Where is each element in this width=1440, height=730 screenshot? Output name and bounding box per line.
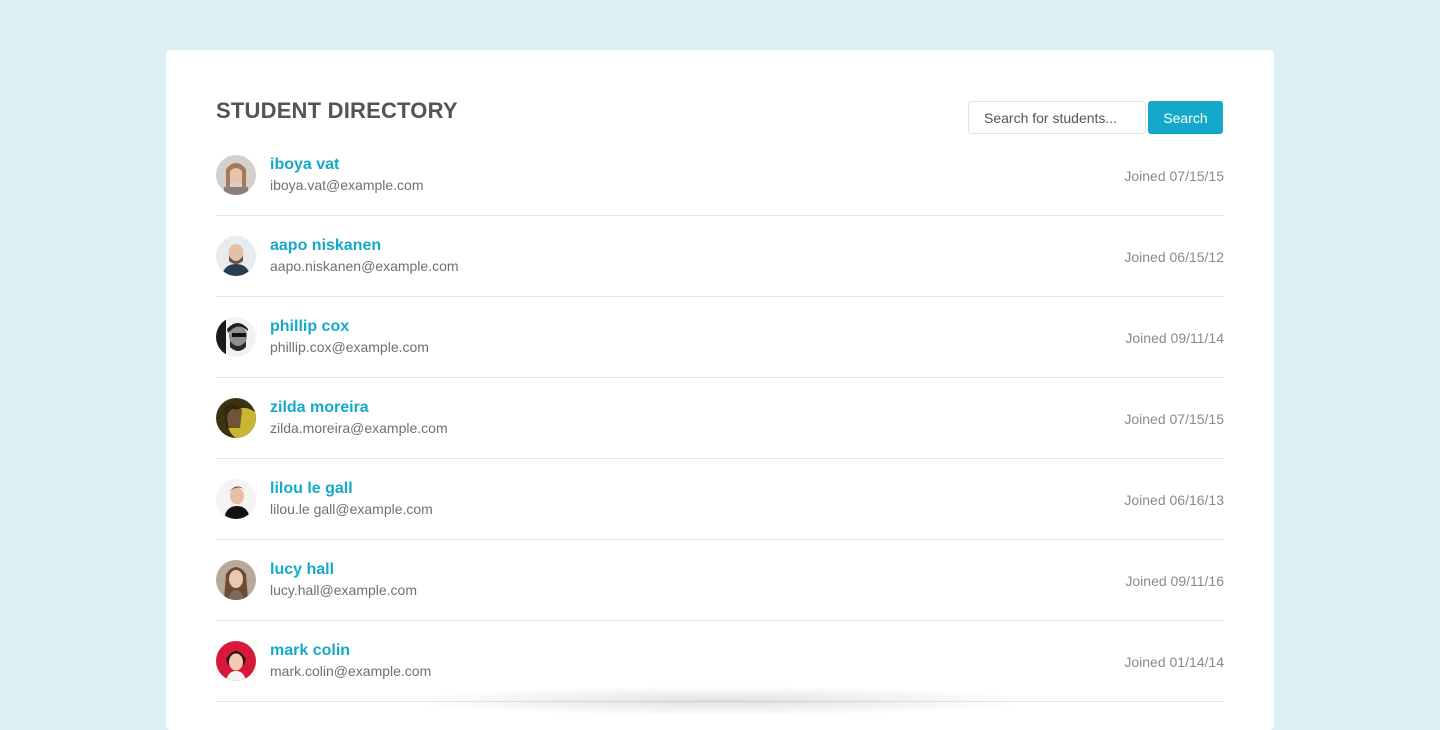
avatar[interactable] bbox=[216, 155, 256, 195]
student-email: phillip.cox@example.com bbox=[270, 339, 429, 355]
student-name-link[interactable]: lucy hall bbox=[270, 561, 334, 579]
avatar[interactable] bbox=[216, 398, 256, 438]
student-email: aapo.niskanen@example.com bbox=[270, 258, 459, 274]
search-button[interactable]: Search bbox=[1148, 101, 1223, 134]
joined-date: Joined 06/15/12 bbox=[1124, 249, 1224, 265]
student-row: aapo niskanen aapo.niskanen@example.com … bbox=[216, 216, 1224, 297]
page-title: STUDENT DIRECTORY bbox=[216, 98, 458, 123]
joined-date: Joined 01/14/14 bbox=[1124, 654, 1224, 670]
student-email: lucy.hall@example.com bbox=[270, 582, 418, 598]
search-bar: Search bbox=[968, 101, 1223, 134]
student-row: lucy hall lucy.hall@example.com Joined 0… bbox=[216, 540, 1224, 621]
joined-date: Joined 09/11/14 bbox=[1125, 330, 1224, 346]
floating-panel-shadow bbox=[400, 686, 1040, 716]
avatar[interactable] bbox=[216, 641, 256, 681]
student-name-link[interactable]: aapo niskanen bbox=[270, 237, 381, 255]
student-name-link[interactable]: lilou le gall bbox=[270, 480, 353, 498]
student-row: iboya vat iboya.vat@example.com Joined 0… bbox=[216, 150, 1224, 216]
avatar[interactable] bbox=[216, 236, 256, 276]
student-email: mark.colin@example.com bbox=[270, 663, 432, 679]
student-row: zilda moreira zilda.moreira@example.com … bbox=[216, 378, 1224, 459]
search-input[interactable] bbox=[968, 101, 1146, 134]
student-row: phillip cox phillip.cox@example.com Join… bbox=[216, 297, 1224, 378]
joined-date: Joined 07/15/15 bbox=[1124, 168, 1224, 184]
avatar[interactable] bbox=[216, 317, 256, 357]
avatar[interactable] bbox=[216, 560, 256, 600]
joined-date: Joined 06/16/13 bbox=[1124, 492, 1224, 508]
student-name-link[interactable]: zilda moreira bbox=[270, 399, 369, 417]
student-name-link[interactable]: iboya vat bbox=[270, 156, 339, 174]
student-name-link[interactable]: mark colin bbox=[270, 642, 350, 660]
student-directory-card: STUDENT DIRECTORY Search iboya vat iboya… bbox=[166, 50, 1274, 730]
avatar[interactable] bbox=[216, 479, 256, 519]
joined-date: Joined 07/15/15 bbox=[1124, 411, 1224, 427]
student-name-link[interactable]: phillip cox bbox=[270, 318, 349, 336]
student-email: iboya.vat@example.com bbox=[270, 177, 424, 193]
student-email: zilda.moreira@example.com bbox=[270, 420, 448, 436]
student-row: lilou le gall lilou.le gall@example.com … bbox=[216, 459, 1224, 540]
student-list: iboya vat iboya.vat@example.com Joined 0… bbox=[216, 150, 1224, 702]
student-email: lilou.le gall@example.com bbox=[270, 501, 433, 517]
joined-date: Joined 09/11/16 bbox=[1125, 573, 1224, 589]
